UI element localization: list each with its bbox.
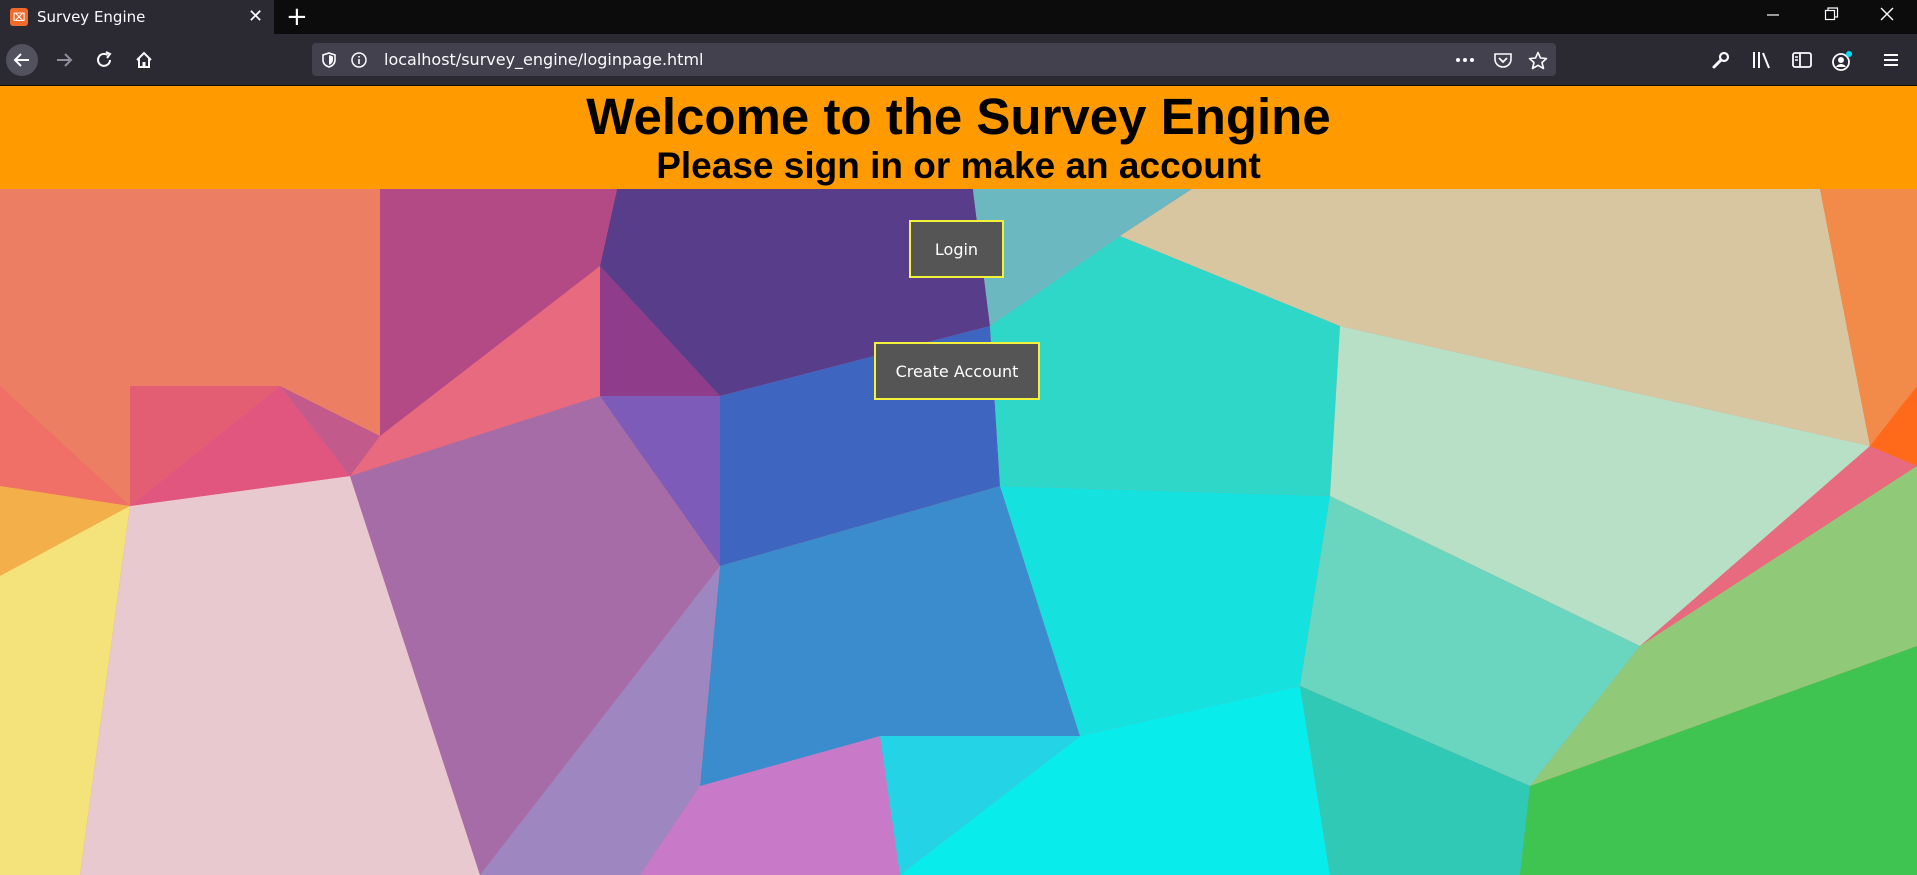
address-bar[interactable]: localhost/survey_engine/loginpage.html: [312, 43, 1556, 76]
forward-arrow-icon[interactable]: [48, 44, 80, 76]
polygon-background: [0, 86, 1917, 875]
home-icon[interactable]: [128, 44, 160, 76]
minimize-button[interactable]: [1766, 4, 1780, 28]
login-button[interactable]: Login: [909, 220, 1004, 278]
pocket-icon[interactable]: [1493, 51, 1513, 74]
wrench-icon[interactable]: [1711, 50, 1731, 75]
page-header: Welcome to the Survey Engine Please sign…: [0, 86, 1917, 189]
back-arrow-icon[interactable]: [6, 44, 38, 76]
create-account-button[interactable]: Create Account: [874, 342, 1040, 400]
page-subtitle: Please sign in or make an account: [656, 145, 1261, 186]
new-tab-button[interactable]: +: [286, 2, 308, 32]
tab-survey-engine[interactable]: ⌧ Survey Engine ✕: [0, 0, 274, 34]
page-title: Welcome to the Survey Engine: [586, 88, 1331, 145]
close-window-button[interactable]: [1879, 4, 1895, 28]
restore-button[interactable]: [1824, 4, 1840, 28]
xampp-favicon-icon: ⌧: [10, 8, 28, 26]
sidebar-icon[interactable]: [1791, 50, 1813, 75]
info-icon[interactable]: [350, 51, 368, 74]
tab-strip: ⌧ Survey Engine ✕ +: [0, 0, 1917, 34]
library-icon[interactable]: [1751, 50, 1773, 75]
more-icon[interactable]: [1454, 51, 1476, 74]
tracking-shield-icon[interactable]: [320, 51, 338, 74]
menu-icon[interactable]: [1881, 50, 1901, 75]
page-viewport: Welcome to the Survey Engine Please sign…: [0, 86, 1917, 875]
close-tab-icon[interactable]: ✕: [248, 6, 263, 27]
account-icon[interactable]: [1830, 50, 1854, 77]
reload-icon[interactable]: [88, 44, 120, 76]
url-text[interactable]: localhost/survey_engine/loginpage.html: [384, 50, 703, 69]
navigation-toolbar: localhost/survey_engine/loginpage.html: [0, 34, 1917, 86]
bookmark-star-icon[interactable]: [1528, 51, 1548, 75]
tab-title: Survey Engine: [37, 8, 146, 26]
